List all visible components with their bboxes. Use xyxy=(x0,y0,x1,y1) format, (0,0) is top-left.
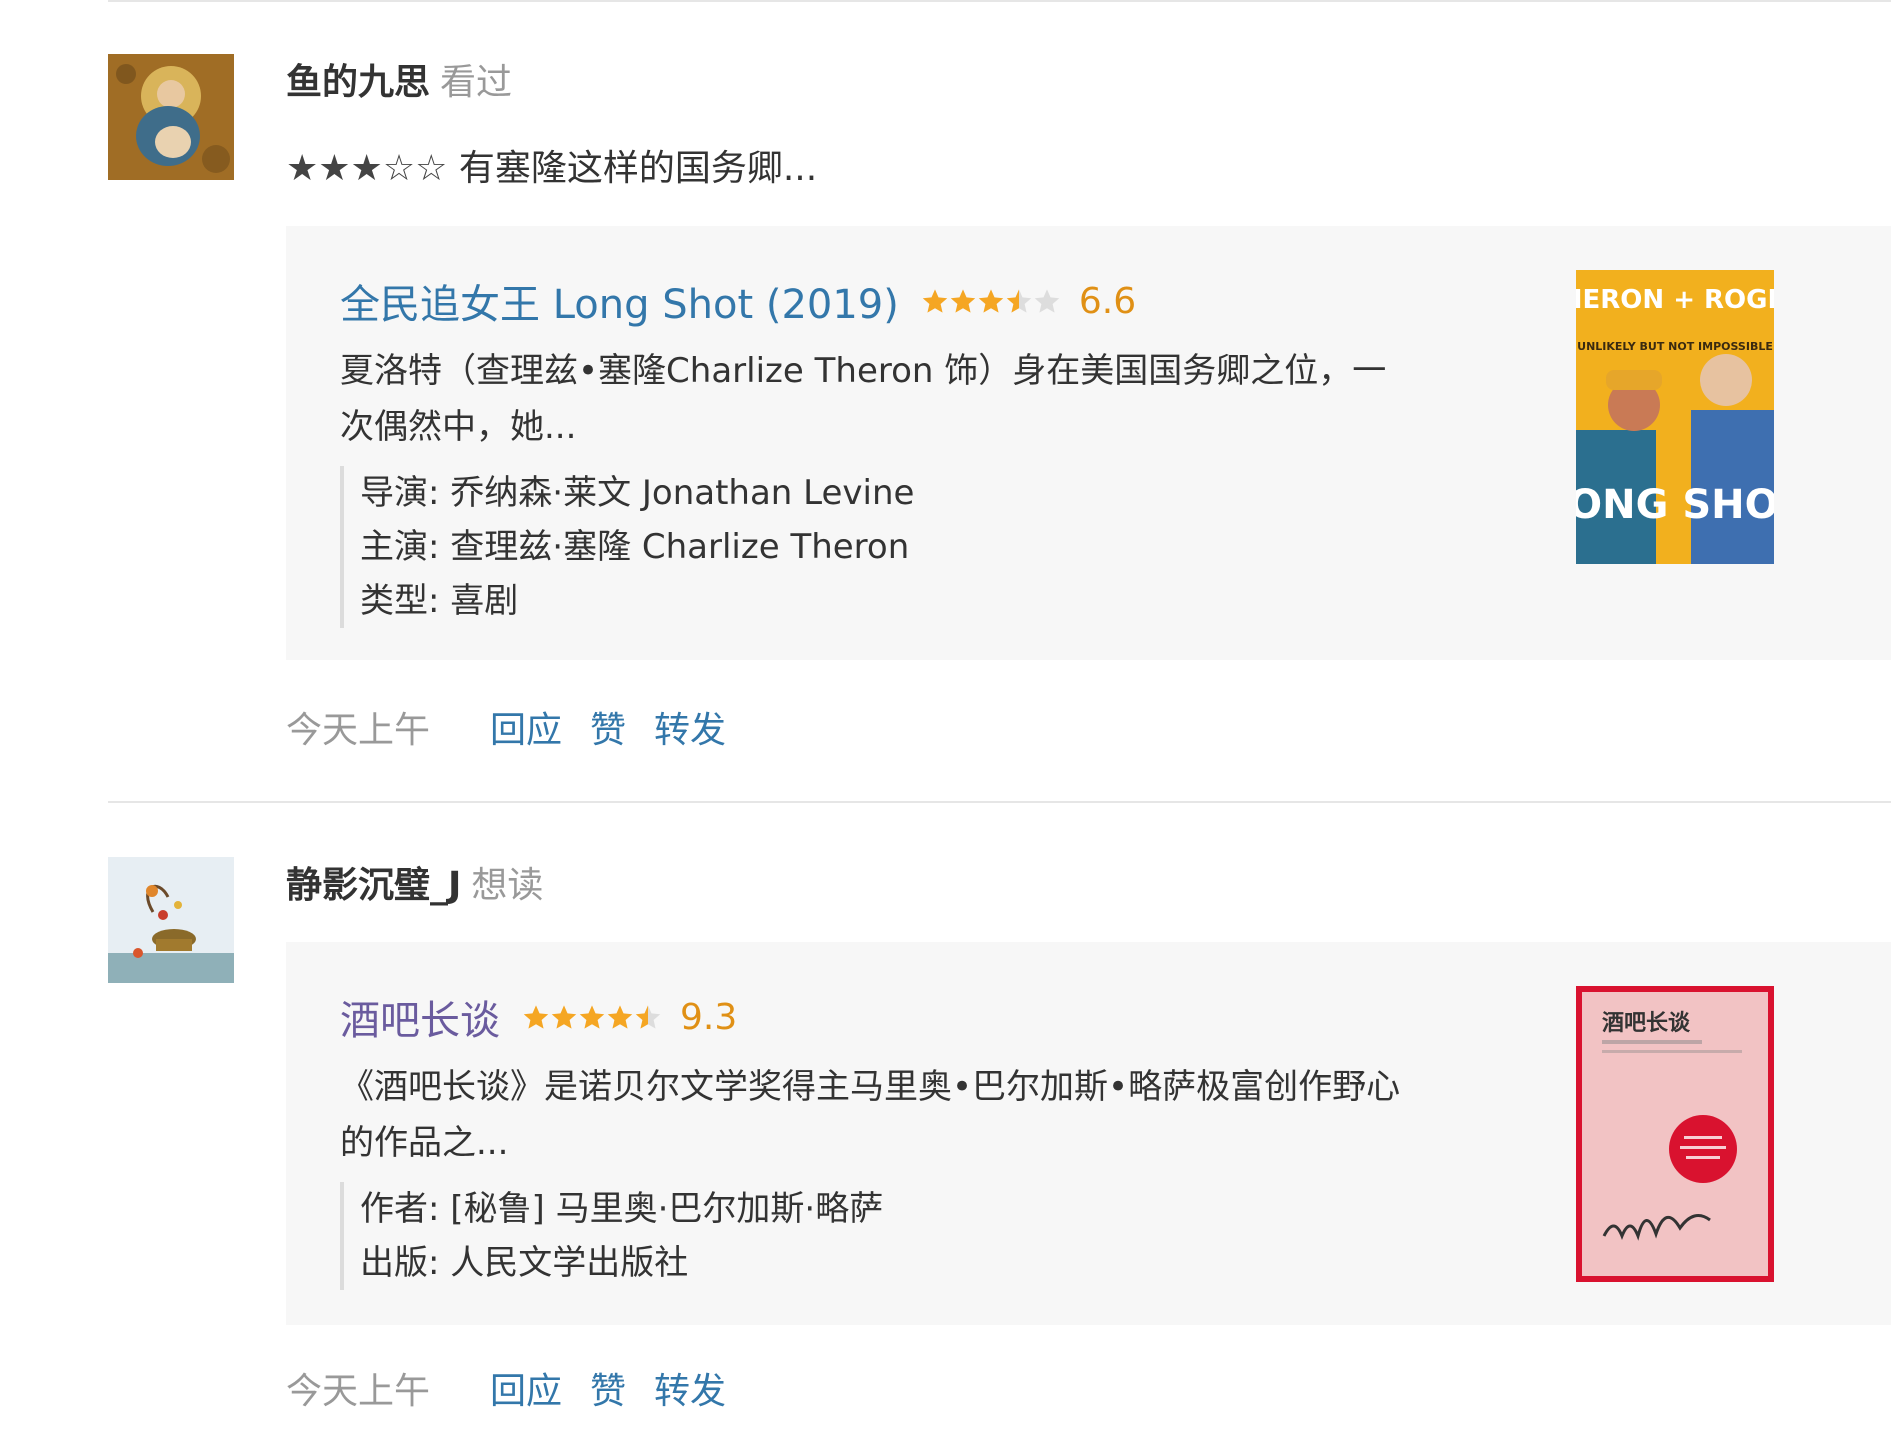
meta-genre: 类型: 喜剧 xyxy=(360,581,519,621)
poster-bottom-text: LONG SHOT xyxy=(1576,482,1774,528)
share-link[interactable]: 转发 xyxy=(654,1371,726,1412)
timestamp: 今天上午 xyxy=(286,1371,431,1412)
subject-title-link[interactable]: 全民追女王 Long Shot (2019) xyxy=(340,272,899,330)
star-full-icon xyxy=(607,1005,633,1029)
poster-top-text: THERON + ROGEN xyxy=(1576,285,1774,315)
item-footer: 今天上午 回应赞转发 xyxy=(286,1368,726,1416)
user-action: 想读 xyxy=(471,865,544,906)
subject-description: 夏洛特（查理兹•塞隆Charlize Theron 饰）身在美国国务卿之位，一次… xyxy=(340,351,1387,447)
user-action: 看过 xyxy=(440,62,513,103)
reply-link[interactable]: 回应 xyxy=(490,710,562,751)
star-full-icon xyxy=(523,1005,549,1029)
item-divider xyxy=(108,801,1891,803)
timestamp: 今天上午 xyxy=(286,710,431,751)
star-half-icon xyxy=(1006,289,1032,313)
like-link[interactable]: 赞 xyxy=(590,710,626,751)
user-name[interactable]: 静影沉璧_J xyxy=(286,865,461,906)
star-empty-icon xyxy=(1034,289,1060,313)
share-link[interactable]: 转发 xyxy=(654,710,726,751)
user-avatar[interactable] xyxy=(108,857,234,983)
star-half-icon xyxy=(635,1005,661,1029)
subject-star-rating xyxy=(921,287,1061,315)
subject-card[interactable]: 酒吧长谈 9.3 《酒吧长谈》是诺贝尔文学奖得主马里奥•巴尔加斯•略萨极富创作野… xyxy=(286,942,1891,1325)
subject-description: 《酒吧长谈》是诺贝尔文学奖得主马里奥•巴尔加斯•略萨极富创作野心的作品之... xyxy=(340,1067,1401,1163)
top-divider xyxy=(108,0,1891,2)
meta-author: 作者: [秘鲁] 马里奥·巴尔加斯·略萨 xyxy=(360,1189,884,1229)
subject-title-row: 酒吧长谈 9.3 xyxy=(340,988,737,1046)
subject-score: 6.6 xyxy=(1078,280,1137,322)
user-avatar[interactable] xyxy=(108,54,234,180)
rating-comment: ★★★☆☆ 有塞隆这样的国务卿... xyxy=(286,145,817,193)
poster-middle-text: UNLIKELY BUT NOT IMPOSSIBLE xyxy=(1577,340,1773,353)
subject-star-rating xyxy=(522,1003,662,1031)
user-line: 鱼的九思 看过 xyxy=(286,59,512,107)
subject-meta: 作者: [秘鲁] 马里奥·巴尔加斯·略萨 出版: 人民文学出版社 xyxy=(340,1182,883,1290)
meta-director: 导演: 乔纳森·莱文 Jonathan Levine xyxy=(360,473,915,513)
star-full-icon xyxy=(579,1005,605,1029)
subject-score: 9.3 xyxy=(680,996,738,1038)
movie-poster[interactable]: THERON + ROGEN UNLIKELY BUT NOT IMPOSSIB… xyxy=(1576,270,1774,564)
reply-link[interactable]: 回应 xyxy=(490,1371,562,1412)
star-full-icon xyxy=(551,1005,577,1029)
meta-cast: 主演: 查理兹·塞隆 Charlize Theron xyxy=(360,527,910,567)
like-link[interactable]: 赞 xyxy=(590,1371,626,1412)
star-full-icon xyxy=(978,289,1004,313)
subject-title-link[interactable]: 酒吧长谈 xyxy=(340,988,500,1046)
item-footer: 今天上午 回应赞转发 xyxy=(286,707,726,755)
star-full-icon xyxy=(922,289,948,313)
subject-title-row: 全民追女王 Long Shot (2019) 6.6 xyxy=(340,272,1136,330)
meta-publisher: 出版: 人民文学出版社 xyxy=(360,1243,689,1283)
cover-title-text: 酒吧长谈 xyxy=(1602,1010,1691,1036)
star-full-icon xyxy=(950,289,976,313)
subject-meta: 导演: 乔纳森·莱文 Jonathan Levine 主演: 查理兹·塞隆 Ch… xyxy=(340,466,914,628)
user-name[interactable]: 鱼的九思 xyxy=(286,62,430,103)
comment-text: 有塞隆这样的国务卿... xyxy=(458,148,818,189)
subject-card[interactable]: 全民追女王 Long Shot (2019) 6.6 夏洛特（查理兹•塞隆Cha… xyxy=(286,226,1891,660)
book-cover[interactable]: 酒吧长谈 xyxy=(1576,986,1774,1282)
user-rating-stars: ★★★☆☆ xyxy=(286,148,448,189)
user-line: 静影沉璧_J 想读 xyxy=(286,862,543,910)
